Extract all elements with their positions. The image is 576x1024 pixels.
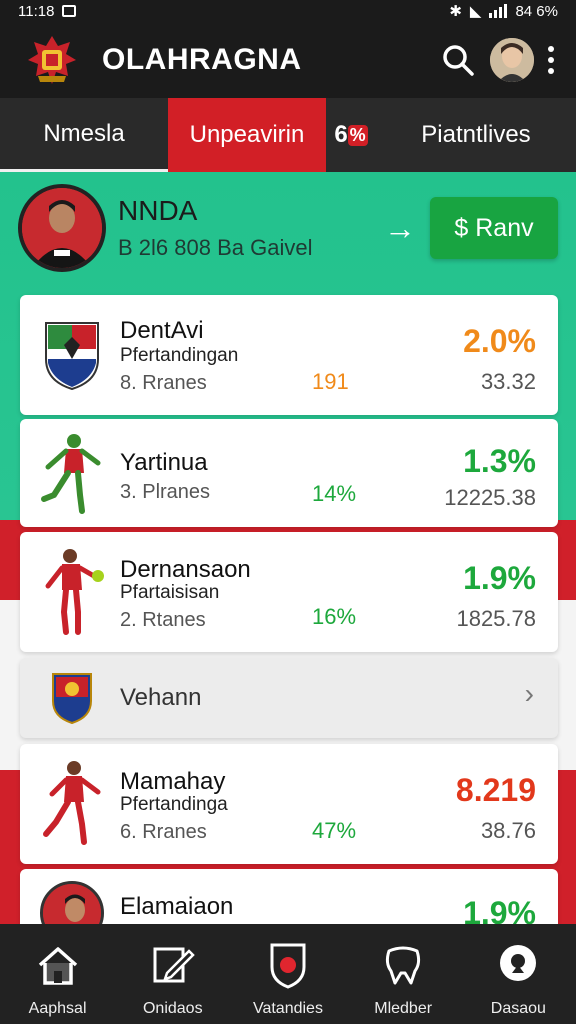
more-menu-button[interactable] — [548, 46, 554, 74]
signal-icon — [489, 4, 508, 18]
card-subtitle: Pfertandinga — [120, 794, 228, 815]
garuda-emblem-icon — [28, 36, 76, 84]
view-all-row[interactable]: Vehann › — [20, 658, 558, 738]
club-crest-icon — [40, 655, 104, 741]
nav-mledber[interactable]: Mledber — [348, 942, 458, 1018]
view-label: Vehann — [120, 684, 202, 711]
tab-nmesla[interactable]: Nmesla — [0, 98, 168, 172]
nav-label: Onidaos — [142, 1000, 203, 1017]
player-photo-icon — [22, 188, 102, 268]
kebab-dot-icon — [548, 46, 554, 52]
edit-icon — [150, 942, 196, 988]
user-avatar[interactable] — [490, 38, 534, 82]
card-title: Elamaiaon — [120, 893, 234, 920]
card-title: Mamahay — [120, 768, 226, 795]
card-stat: 16% — [312, 604, 357, 629]
card-meta: 6. Rranes — [120, 821, 207, 843]
tab-bar: Nmesla Unpeavirin 6% Piatntlives — [0, 98, 576, 172]
shield-icon — [265, 942, 311, 989]
list-item[interactable]: Mamahay Pfertandinga 6. Rranes 47% 8.219… — [20, 744, 558, 864]
tab-percent-badge: % — [347, 124, 368, 146]
card-subtitle: Pfertandingan — [120, 345, 239, 366]
home-icon — [35, 942, 81, 988]
card-percent: 8.219 — [455, 772, 536, 808]
kebab-dot-icon — [548, 68, 554, 74]
card-value: 38.76 — [480, 818, 536, 843]
profile-name: NNDA — [118, 195, 198, 226]
nav-aaphsal[interactable]: Aaphsal — [3, 942, 113, 1018]
bluetooth-icon: ✱ — [449, 3, 462, 20]
player-figure-icon — [40, 548, 104, 635]
card-stat: 14% — [312, 481, 357, 506]
card-subtitle: Pfartaisisan — [120, 582, 220, 603]
nav-label: Aaphsal — [28, 1000, 87, 1017]
card-title: Dernansaon — [120, 556, 251, 583]
nav-dasaou[interactable]: Dasaou — [463, 942, 573, 1018]
nav-label: Dasaou — [490, 1000, 546, 1017]
search-button[interactable] — [438, 40, 478, 80]
profile-subtitle: B 2l6 808 Ba Gaivel — [118, 235, 313, 260]
battery-text: 84 6% — [515, 2, 558, 20]
app-title: OLAHRAGNA — [102, 43, 302, 76]
list-item[interactable]: DentAvi Pfertandingan 8. Rranes 191 2.0%… — [20, 295, 558, 415]
card-meta: 3. Plranes — [120, 481, 211, 503]
arrow-right-icon: → — [384, 209, 416, 246]
tab-piatntlives[interactable]: Piatntlives — [376, 98, 576, 172]
card-percent: 1.9% — [463, 560, 536, 596]
app-header: OLAHRAGNA — [0, 22, 576, 98]
rank-button[interactable]: $ Ranv — [430, 197, 558, 259]
tab-percent[interactable]: 6% — [326, 98, 376, 172]
notification-icon — [62, 5, 77, 17]
card-value: 1825.78 — [456, 606, 536, 631]
player-figure-icon — [40, 429, 104, 515]
nav-onidaos[interactable]: Onidaos — [118, 942, 228, 1018]
wifi-icon: ◣ — [469, 3, 482, 20]
card-value: 12225.38 — [444, 485, 536, 510]
status-time: 11:18 — [18, 2, 55, 20]
tooth-icon — [380, 942, 426, 988]
nav-vatandies[interactable]: Vatandies — [233, 942, 343, 1018]
card-stat: 191 — [312, 369, 349, 394]
card-title: Yartinua — [120, 449, 208, 476]
card-stat: 47% — [312, 818, 357, 843]
kebab-dot-icon — [548, 57, 554, 63]
profile-summary: NNDA B 2l6 808 Ba Gaivel → $ Ranv — [18, 182, 558, 274]
list-item[interactable]: Dernansaon Pfartaisisan 2. Rtanes 16% 1.… — [20, 532, 558, 652]
tab-percent-number: 6 — [334, 121, 348, 148]
card-percent: 1.3% — [463, 443, 536, 479]
chevron-right-icon: › — [524, 678, 534, 709]
card-value: 33.32 — [480, 369, 536, 394]
status-bar: 11:18 ✱ ◣ 84 6% — [0, 0, 576, 22]
tab-unpeavirin[interactable]: Unpeavirin — [168, 98, 326, 172]
card-meta: 2. Rtanes — [120, 609, 206, 631]
profile-avatar[interactable] — [18, 184, 106, 272]
list-item[interactable]: Yartinua 3. Plranes 14% 1.3% 12225.38 — [20, 419, 558, 527]
club-crest-icon — [40, 312, 104, 398]
location-icon — [495, 942, 541, 988]
card-percent: 2.0% — [463, 323, 536, 359]
bottom-nav: Aaphsal Onidaos Vatandies Mledber Dasaou — [0, 924, 576, 1024]
player-figure-icon — [40, 760, 104, 846]
nav-label: Mledber — [374, 1000, 433, 1017]
user-photo-icon — [490, 38, 534, 82]
nav-label: Vatandies — [252, 1000, 323, 1017]
card-meta: 8. Rranes — [120, 372, 207, 394]
card-title: DentAvi — [120, 317, 204, 344]
club-logo[interactable] — [22, 30, 82, 90]
search-icon — [443, 45, 474, 76]
